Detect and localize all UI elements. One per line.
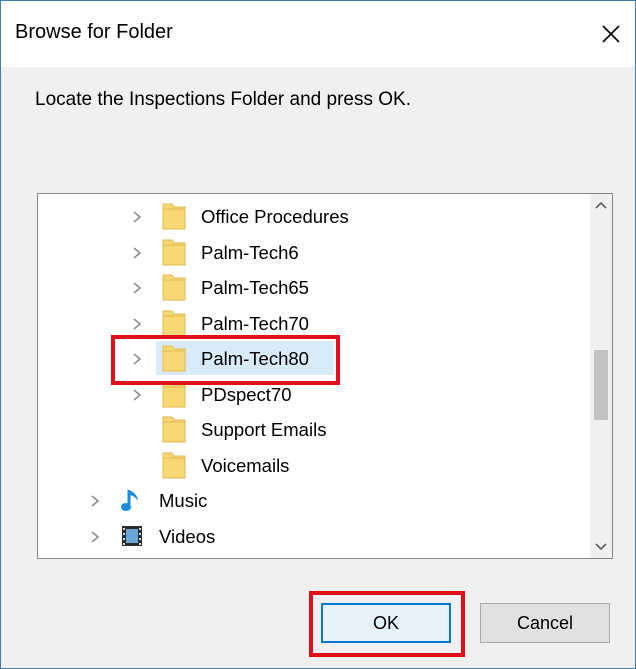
tree-item[interactable]: Videos [38, 519, 590, 553]
tree-item-label: Voicemails [201, 454, 290, 476]
tree-item-label: Support Emails [201, 419, 327, 440]
tree-item-label: Palm-Tech65 [201, 277, 309, 298]
tree-item[interactable]: Support Emails [38, 412, 590, 446]
expand-chevron-icon[interactable] [130, 388, 144, 402]
expand-chevron-icon[interactable] [130, 281, 144, 295]
folder-icon [162, 415, 186, 443]
browse-folder-dialog: Browse for Folder Locate the Inspections… [0, 0, 636, 669]
instructions-text: Locate the Inspections Folder and press … [35, 89, 411, 110]
tree-item[interactable]: Office Procedures [38, 199, 590, 233]
title-bar: Browse for Folder [1, 1, 635, 67]
dialog-title: Browse for Folder [15, 21, 173, 43]
folder-icon [162, 451, 186, 479]
expand-chevron-icon[interactable] [130, 210, 144, 224]
tree-item[interactable]: Palm-Tech65 [38, 270, 590, 304]
tree-item-label: Office Procedures [201, 206, 349, 227]
folder-icon [162, 202, 186, 230]
video-icon [120, 522, 144, 550]
tree-item-label: Palm-Tech6 [201, 241, 299, 263]
expand-chevron-icon[interactable] [88, 494, 102, 508]
expand-chevron-icon[interactable] [130, 246, 144, 260]
chevron-down-icon [595, 543, 607, 551]
scroll-down-button[interactable] [590, 536, 612, 558]
tree-item-label: Palm-Tech70 [201, 312, 309, 334]
tree-item-label: Music [159, 490, 208, 511]
scroll-up-button[interactable] [590, 194, 612, 216]
annotation-highlight-ok-button [309, 591, 465, 657]
folder-icon [162, 238, 186, 266]
chevron-up-icon [595, 201, 607, 209]
expand-chevron-icon[interactable] [88, 530, 102, 544]
tree-item-label: Videos [159, 525, 216, 547]
annotation-highlight-selected-folder [111, 335, 340, 385]
tree-item-label: PDspect70 [201, 383, 292, 405]
close-icon [602, 25, 620, 43]
music-icon [120, 486, 144, 514]
cancel-button[interactable]: Cancel [480, 603, 610, 643]
folder-icon [162, 273, 186, 301]
folder-icon [162, 309, 186, 337]
scroll-thumb[interactable] [594, 350, 608, 420]
expand-chevron-icon[interactable] [130, 317, 144, 331]
tree-item[interactable]: Voicemails [38, 448, 590, 482]
close-button[interactable] [596, 19, 626, 49]
tree-item[interactable]: Music [38, 483, 590, 517]
tree-item[interactable]: Palm-Tech6 [38, 235, 590, 269]
tree-scrollbar[interactable] [590, 194, 612, 558]
